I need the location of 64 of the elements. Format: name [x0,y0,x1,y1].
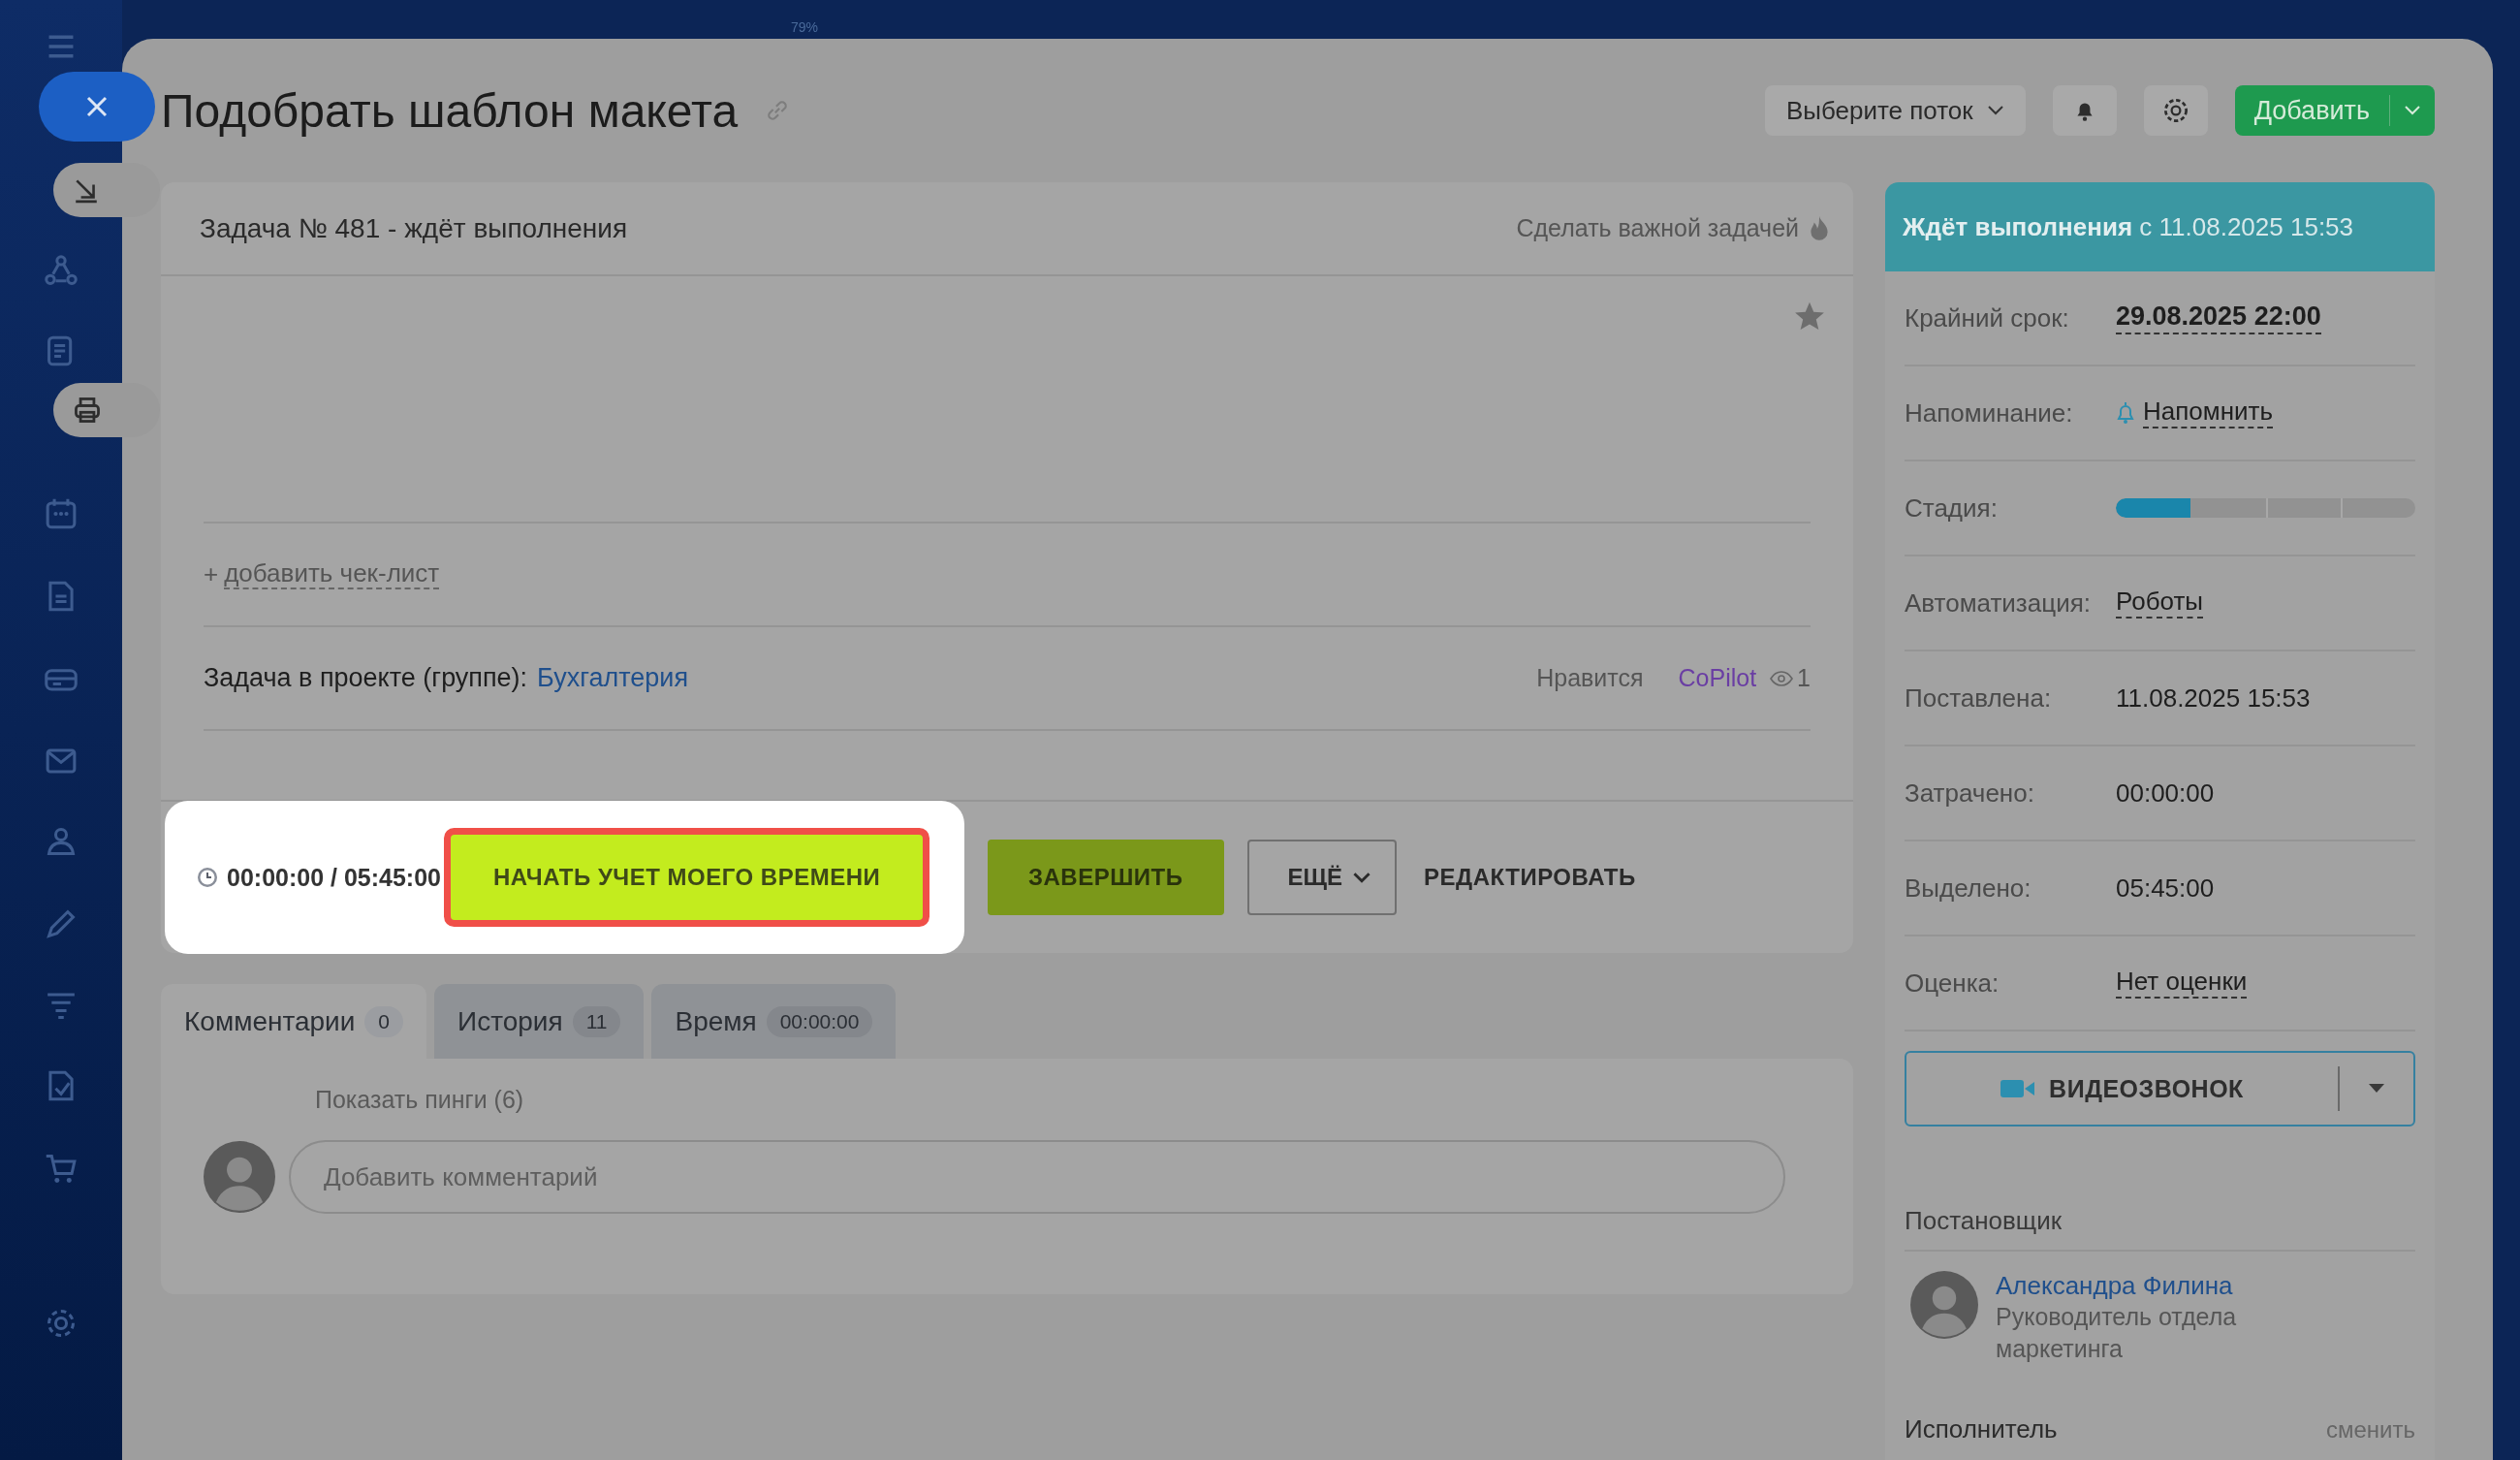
field-label: Автоматизация: [1905,587,2092,619]
tab[interactable]: История 11 [434,984,645,1059]
field-label: Напоминание: [1905,397,2074,428]
add-button[interactable]: Добавить [2234,85,2435,136]
minimize-button[interactable] [53,163,160,217]
field-value: 00:00:00 [2116,778,2215,809]
status-banner: Ждёт выполнения с 11.08.2025 15:53 [1885,182,2435,271]
field-link[interactable]: Нет оценки [2116,968,2248,999]
calendar-icon[interactable] [44,496,79,531]
remind-link[interactable]: Напомнить [2143,397,2273,428]
section-heading: Исполнитель [1905,1414,2058,1444]
tab[interactable]: Время 00:00:00 [651,984,897,1059]
bell-icon [2116,401,2135,425]
show-pings-link[interactable]: Показать пинги (6) [315,1086,1785,1132]
field-link[interactable]: 29.08.2025 22:00 [2116,302,2321,334]
field-link[interactable]: Роботы [2116,587,2204,619]
count-badge: 0 [364,1005,404,1037]
add-checklist-link[interactable]: добавить чек-лист [224,558,440,590]
settings-button[interactable] [2143,85,2208,136]
task-heading: Задача № 481 - ждёт выполнения [200,212,629,244]
print-button[interactable] [53,383,160,437]
project-label: Задача в проекте (группе): [204,663,528,693]
tab[interactable]: Комментарии 0 [161,984,427,1059]
time-counter: 00:00:00 / 05:45:00 [227,863,441,892]
video-call-button[interactable]: ВИДЕОЗВОНОК [1905,1051,2415,1127]
flame-icon[interactable] [1809,214,1830,242]
caret-icon [1986,105,2004,116]
caret-icon [1352,871,1372,884]
field-label: Выделено: [1905,873,2032,904]
field-value: 11.08.2025 15:53 [2116,682,2311,714]
notification-button[interactable] [2052,85,2117,136]
field-label: Поставлена: [1905,682,2053,714]
caret-icon [2369,1084,2384,1094]
field-label: Крайний срок: [1905,302,2070,333]
flow-dropdown[interactable]: Выберите поток [1764,85,2026,136]
field-label: Затрачено: [1905,778,2035,809]
eye-icon [1770,670,1794,686]
field-label: Стадия: [1905,492,1999,524]
more-button[interactable]: ЕЩЁ [1246,840,1398,915]
section-heading: Постановщик [1905,1206,2415,1252]
field-value: 05:45:00 [2116,873,2215,904]
like-link[interactable]: Нравится [1536,664,1644,692]
close-icon [85,95,109,118]
count-badge: 11 [572,1005,621,1037]
comment-input[interactable]: Добавить комментарий [289,1140,1785,1214]
printer-icon [73,396,102,425]
field-label: Оценка: [1905,968,2000,999]
person-name-link[interactable]: Александра Филина [1996,1271,2306,1301]
plus-sign: + [204,559,219,589]
count-badge: 00:00:00 [766,1005,873,1037]
person-position: Руководитель отдела маркетинга [1996,1302,2238,1364]
caret-icon [2404,105,2421,116]
finish-button[interactable]: ЗАВЕРШИТЬ [988,840,1224,915]
camera-icon [2000,1078,2036,1099]
view-count: 1 [1797,664,1811,692]
change-link[interactable]: сменить [2326,1416,2415,1444]
user-avatar [1910,1271,1978,1339]
copilot-link[interactable]: CoPilot [1678,664,1757,692]
edit-button[interactable]: РЕДАКТИРОВАТЬ [1420,864,1640,891]
make-important-link[interactable]: Сделать важной задачей [1516,214,1799,242]
project-link[interactable]: Бухгалтерия [537,663,689,693]
zoom-level: 79% [791,19,819,35]
clock-icon [196,866,219,889]
page-title: Подобрать шаблон макета [161,83,739,138]
